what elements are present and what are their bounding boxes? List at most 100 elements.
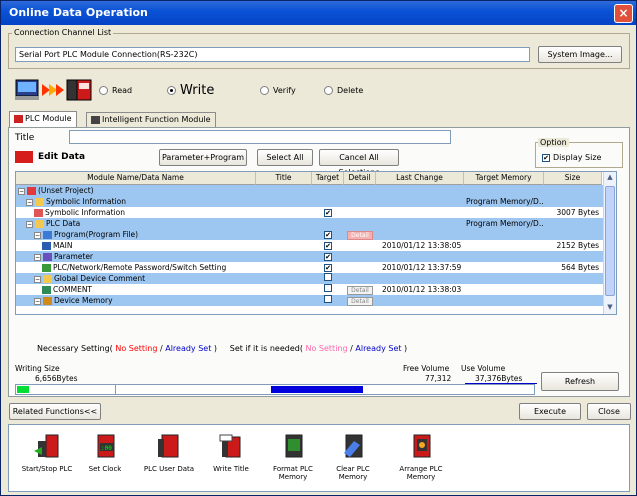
title-bar[interactable]: Online Data Operation × <box>1 1 636 25</box>
write-title-item[interactable]: Write Title <box>201 433 261 473</box>
mode-read-radio[interactable]: Read <box>99 86 132 95</box>
table-row[interactable]: PLC/Network/Remote Password/Switch Setti… <box>16 262 613 273</box>
row-size-cell: 3007 Bytes <box>556 208 599 217</box>
close-window-button[interactable]: × <box>614 4 633 23</box>
tree-toggle-icon[interactable]: − <box>34 297 41 305</box>
target-checkbox[interactable] <box>324 284 332 292</box>
row-name-label: PLC/Network/Remote Password/Switch Setti… <box>53 263 227 272</box>
parameter-program-button[interactable]: Parameter+Program <box>159 149 247 166</box>
display-size-checkbox[interactable]: ✔ Display Size <box>542 153 601 162</box>
row-target-memory-cell: Program Memory/D... <box>466 219 544 228</box>
scroll-down-icon[interactable]: ▼ <box>605 303 615 313</box>
table-row[interactable]: − Global Device Comment <box>16 273 613 284</box>
set-clock-item[interactable]: :00 Set Clock <box>75 433 135 473</box>
free-volume-value: 77,312 <box>425 374 452 383</box>
row-detail-cell <box>344 273 376 284</box>
col-header-last-change[interactable]: Last Change <box>376 172 464 185</box>
table-row[interactable]: − Parameter ✔ <box>16 251 613 262</box>
table-row[interactable]: COMMENT Detail 2010/01/12 13:38:03 <box>16 284 613 295</box>
row-title-cell <box>256 284 312 295</box>
mode-write-radio[interactable]: Write <box>167 83 214 98</box>
svg-text::00: :00 <box>101 445 112 452</box>
row-title-cell <box>256 295 312 306</box>
setting-legend: Necessary Setting( No Setting / Already … <box>37 344 408 353</box>
plc-user-data-item[interactable]: PLC User Data <box>139 433 199 473</box>
row-size-cell <box>544 251 602 262</box>
tree-toggle-icon[interactable]: − <box>34 275 41 283</box>
execute-button[interactable]: Execute <box>519 403 581 420</box>
project-icon <box>27 187 36 195</box>
detail-button[interactable]: Detail <box>347 231 373 240</box>
tab-plc-module[interactable]: PLC Module <box>9 111 77 128</box>
folder-icon <box>43 275 52 283</box>
row-size-cell: 2152 Bytes <box>556 241 599 250</box>
col-header-title[interactable]: Title <box>256 172 312 185</box>
row-target-cell: ✔ <box>312 251 344 262</box>
cancel-all-selections-button[interactable]: Cancel All Selections <box>319 149 399 177</box>
row-title-cell <box>256 251 312 262</box>
target-checkbox[interactable]: ✔ <box>324 209 332 217</box>
row-target-cell <box>312 196 344 207</box>
detail-button[interactable]: Detail <box>347 286 373 295</box>
table-row[interactable]: − PLC Data Program Memory/D... <box>16 218 613 229</box>
title-input[interactable] <box>69 130 451 144</box>
arrange-plc-memory-item[interactable]: Arrange PLC Memory <box>391 433 451 481</box>
tab-intelligent-function-module[interactable]: Intelligent Function Module <box>86 112 216 128</box>
row-size-cell <box>544 273 602 284</box>
row-target-cell <box>312 284 344 295</box>
format-plc-memory-item[interactable]: Format PLC Memory <box>263 433 323 481</box>
target-checkbox[interactable]: ✔ <box>324 242 332 250</box>
tree-toggle-icon[interactable]: − <box>34 231 41 239</box>
row-name-cell: − Symbolic Information <box>16 196 256 207</box>
table-row[interactable]: − Device Memory Detail <box>16 295 613 306</box>
start-stop-plc-item[interactable]: Start/Stop PLC <box>17 433 77 473</box>
mode-delete-radio[interactable]: Delete <box>324 86 363 95</box>
mode-verify-radio[interactable]: Verify <box>260 86 296 95</box>
table-vertical-scrollbar[interactable]: ▲ ▼ <box>603 172 616 314</box>
table-row[interactable]: − (Unset Project) <box>16 185 613 196</box>
tree-toggle-icon[interactable]: − <box>18 187 25 195</box>
row-name-label: Program(Program File) <box>54 230 139 239</box>
target-checkbox[interactable]: ✔ <box>324 253 332 261</box>
col-header-size[interactable]: Size <box>544 172 602 185</box>
col-header-detail[interactable]: Detail <box>344 172 376 185</box>
target-checkbox[interactable] <box>324 273 332 281</box>
folder-icon <box>35 220 44 228</box>
table-row[interactable]: Symbolic Information ✔ 3007 Bytes <box>16 207 613 218</box>
tree-toggle-icon[interactable]: − <box>34 253 41 261</box>
scroll-up-icon[interactable]: ▲ <box>605 173 615 183</box>
scroll-thumb[interactable] <box>605 186 615 296</box>
row-title-cell <box>256 185 312 196</box>
online-data-operation-window: Online Data Operation × Connection Chann… <box>0 0 637 496</box>
refresh-button[interactable]: Refresh <box>541 372 619 391</box>
col-header-target[interactable]: Target <box>312 172 344 185</box>
row-target-cell: ✔ <box>312 240 344 251</box>
system-image-button[interactable]: System Image... <box>538 46 622 63</box>
module-data-table: Module Name/Data Name Title Target Detai… <box>15 171 617 315</box>
row-name-cell: MAIN <box>16 240 256 251</box>
col-header-name[interactable]: Module Name/Data Name <box>16 172 256 185</box>
row-name-label: (Unset Project) <box>38 186 94 195</box>
device-memory-icon <box>43 297 52 305</box>
table-row[interactable]: MAIN ✔ 2010/01/12 13:38:05 2152 Bytes <box>16 240 613 251</box>
format-plc-memory-icon <box>278 433 308 461</box>
row-size-cell <box>544 196 602 207</box>
write-direction-icon <box>15 78 93 102</box>
set-clock-icon: :00 <box>90 433 120 461</box>
table-row[interactable]: − Symbolic Information Program Memory/D... <box>16 196 613 207</box>
row-last-change-cell <box>376 196 464 207</box>
related-functions-toggle[interactable]: Related Functions<< <box>9 403 101 420</box>
target-checkbox[interactable] <box>324 295 332 303</box>
close-button[interactable]: Close <box>587 403 631 420</box>
col-header-target-memory[interactable]: Target Memory <box>464 172 544 185</box>
select-all-button[interactable]: Select All <box>257 149 313 166</box>
tree-toggle-icon[interactable]: − <box>26 198 33 206</box>
target-checkbox[interactable]: ✔ <box>324 231 332 239</box>
tree-toggle-icon[interactable]: − <box>26 220 33 228</box>
clear-plc-memory-item[interactable]: Clear PLC Memory <box>323 433 383 481</box>
target-checkbox[interactable]: ✔ <box>324 264 332 272</box>
row-last-change-cell: 2010/01/12 13:38:05 <box>382 241 462 250</box>
detail-button[interactable]: Detail <box>347 297 373 306</box>
table-row[interactable]: − Program(Program File) ✔ Detail <box>16 229 613 240</box>
connection-channel-field[interactable]: Serial Port PLC Module Connection(RS-232… <box>15 47 530 62</box>
